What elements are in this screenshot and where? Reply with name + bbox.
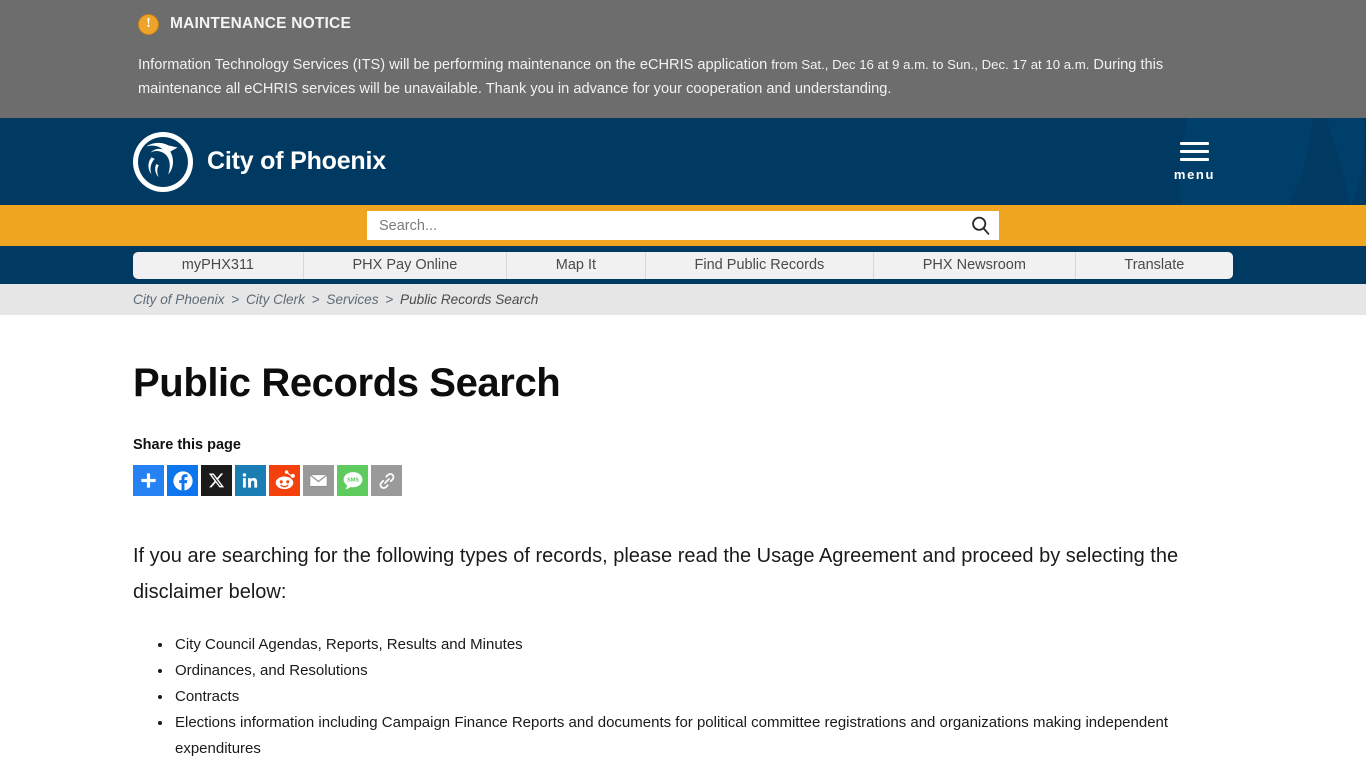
email-icon[interactable] [303, 465, 334, 496]
search-bar-strip [0, 205, 1366, 246]
reddit-icon[interactable] [269, 465, 300, 496]
sms-icon[interactable]: SMS [337, 465, 368, 496]
quicknav-item-phx-newsroom[interactable]: PHX Newsroom [874, 251, 1076, 279]
list-item: City Council Agendas, Reports, Results a… [173, 632, 1233, 658]
breadcrumb-separator: > [311, 292, 320, 307]
quicknav-item-translate[interactable]: Translate [1076, 252, 1233, 279]
intro-paragraph: If you are searching for the following t… [133, 545, 1179, 603]
breadcrumb-separator: > [385, 292, 394, 307]
x-twitter-icon[interactable] [201, 465, 232, 496]
warning-icon: ! [138, 13, 159, 35]
quicknav-item-find-public-records[interactable]: Find Public Records [646, 251, 875, 279]
menu-button[interactable]: menu [1173, 141, 1215, 182]
maintenance-notice-header: ! MAINTENANCE NOTICE [138, 9, 1233, 39]
facebook-icon[interactable] [167, 465, 198, 496]
site-header: City of Phoenix menu [0, 118, 1366, 205]
notice-text-part1: Information Technology Services (ITS) wi… [138, 57, 772, 73]
plus-icon [141, 473, 156, 488]
maintenance-notice-body: Information Technology Services (ITS) wi… [138, 53, 1213, 101]
breadcrumb-item-current: Public Records Search [400, 292, 539, 307]
linkedin-icon[interactable] [235, 465, 266, 496]
share-this-page-label: Share this page [133, 437, 241, 453]
search-submit-button[interactable] [967, 213, 993, 239]
quicknav-item-map-it[interactable]: Map It [507, 251, 646, 279]
breadcrumb-item-services[interactable]: Services [326, 292, 378, 307]
menu-button-label: menu [1173, 166, 1215, 182]
breadcrumb-item-city-of-phoenix[interactable]: City of Phoenix [133, 292, 224, 307]
x-glyph-icon [208, 473, 225, 488]
addthis-share-icon[interactable] [133, 465, 164, 496]
maintenance-notice-title: MAINTENANCE NOTICE [170, 15, 351, 32]
share-buttons-row: SMS [133, 465, 1233, 496]
notice-text-dates: from Sat., Dec 16 at 9 a.m. to Sun., Dec… [771, 57, 1090, 72]
facebook-glyph-icon [172, 470, 193, 491]
page-title: Public Records Search [133, 361, 561, 405]
linkedin-glyph-icon [242, 473, 258, 488]
breadcrumb-separator: > [231, 292, 240, 307]
brand-name: City of Phoenix [207, 147, 386, 175]
list-item: Ordinances, and Resolutions [173, 658, 1233, 684]
sms-bubble-icon: SMS [343, 471, 362, 489]
reddit-glyph-icon [275, 470, 295, 490]
list-item: Elections information including Campaign… [173, 710, 1233, 762]
breadcrumb-bar: City of Phoenix > City Clerk > Services … [0, 284, 1366, 315]
breadcrumb-item-city-clerk[interactable]: City Clerk [246, 292, 305, 307]
breadcrumb: City of Phoenix > City Clerk > Services … [133, 292, 1233, 307]
svg-text:SMS: SMS [347, 477, 359, 483]
copy-link-icon[interactable] [371, 465, 402, 496]
envelope-icon [309, 474, 328, 487]
chain-link-icon [379, 472, 394, 489]
quicknav-item-myphx311[interactable]: myPHX311 [133, 251, 304, 279]
maintenance-notice-banner: ! MAINTENANCE NOTICE Information Technol… [0, 0, 1366, 118]
record-types-list: City Council Agendas, Reports, Results a… [133, 632, 1233, 762]
search-box [367, 211, 999, 240]
hamburger-icon [1179, 141, 1209, 161]
quicknav-item-phx-pay-online[interactable]: PHX Pay Online [304, 251, 508, 279]
main-content: Public Records Search Share this page SM… [133, 315, 1233, 768]
quick-links-nav: myPHX311 PHX Pay Online Map It Find Publ… [133, 251, 1233, 279]
site-logo-link[interactable]: City of Phoenix [133, 131, 386, 192]
search-icon [971, 216, 989, 235]
phoenix-bird-logo-icon [133, 131, 193, 192]
list-item: Contracts [173, 684, 1233, 710]
quick-links-bar: myPHX311 PHX Pay Online Map It Find Publ… [0, 246, 1366, 284]
search-input[interactable] [367, 211, 999, 240]
